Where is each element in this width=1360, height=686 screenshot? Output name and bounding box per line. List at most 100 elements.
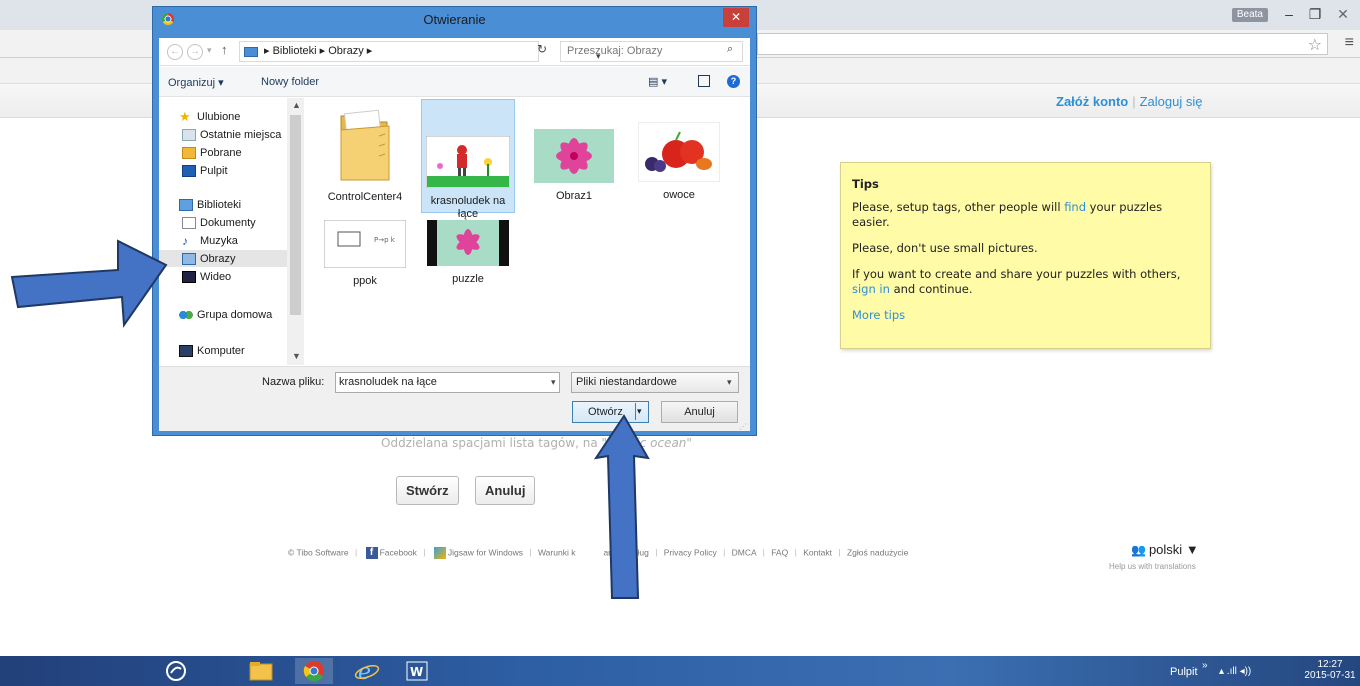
sidebar-item-recent-places[interactable]: Ostatnie miejsca — [182, 126, 281, 143]
star-icon: ★ — [179, 108, 191, 124]
filename-input[interactable]: krasnoludek na łące — [335, 372, 560, 393]
breadcrumb-address[interactable]: ▸ Biblioteki ▸ Obrazy ▸ ▾ — [239, 41, 601, 62]
dialog-cancel-button[interactable]: Anuluj — [661, 401, 738, 423]
image-thumbnail-icon: P→p k — [323, 219, 407, 269]
file-item-puzzle[interactable]: puzzle — [421, 216, 515, 288]
search-input[interactable]: Przeszukaj: Obrazy — [560, 41, 743, 62]
chevron-icon[interactable]: » — [1202, 660, 1208, 671]
downloads-icon — [182, 146, 196, 159]
scroll-up-icon[interactable]: ▲ — [292, 100, 301, 110]
sidebar-item-computer[interactable]: Komputer — [179, 342, 245, 359]
privacy-link[interactable]: Privacy Policy — [664, 547, 717, 557]
organize-button[interactable]: Organizuj ▾ — [168, 76, 224, 89]
sidebar-item-documents[interactable]: Dokumenty — [182, 214, 256, 231]
auth-links: Załóż konto | Zaloguj się — [1056, 94, 1202, 109]
search-icon[interactable]: ⌕ — [727, 43, 733, 56]
filename-label: Nazwa pliku: — [262, 376, 325, 388]
report-abuse-link[interactable]: Zgłoś nadużycie — [847, 547, 908, 557]
taskbar-chrome[interactable] — [295, 658, 333, 684]
svg-text:P→p k: P→p k — [374, 236, 396, 244]
dialog-titlebar[interactable]: Otwieranie ✕ — [153, 7, 756, 32]
scroll-down-icon[interactable]: ▼ — [292, 351, 301, 361]
file-name: ControlCenter4 — [327, 191, 403, 203]
file-name: owoce — [663, 189, 695, 201]
user-profile-badge[interactable]: Beata — [1231, 8, 1268, 22]
language-selector[interactable]: 👥 polski ▼ — [1131, 542, 1199, 557]
taskbar-word[interactable]: W — [398, 658, 436, 684]
taskbar-start-button[interactable] — [157, 658, 195, 684]
chrome-icon — [303, 661, 324, 682]
minimize-button[interactable]: – — [1276, 4, 1302, 24]
sidebar-item-libraries[interactable]: Biblioteki — [179, 196, 241, 213]
taskbar-clock[interactable]: 12:27 2015-07-31 — [1300, 659, 1360, 681]
file-item-krasnoludek[interactable]: krasnoludek na łące — [421, 99, 515, 220]
facebook-link[interactable]: Facebook — [380, 547, 417, 557]
desktop-toolbar-label[interactable]: Pulpit — [1170, 666, 1198, 678]
signup-link[interactable]: Załóż konto — [1056, 94, 1128, 109]
filetype-select[interactable]: Pliki niestandardowe — [571, 372, 739, 393]
recent-locations-dropdown[interactable]: ▾ — [207, 45, 212, 56]
music-icon: ♪ — [182, 233, 188, 248]
copyright: © Tibo Software — [288, 547, 349, 558]
internet-explorer-icon: e — [354, 660, 380, 683]
file-item-ppok[interactable]: P→p k ppok — [318, 216, 412, 290]
homegroup-icon — [179, 308, 193, 321]
create-button[interactable]: Stwórz — [396, 476, 459, 505]
taskbar-internet-explorer[interactable]: e — [348, 658, 386, 684]
nav-scroll-thumb[interactable] — [290, 115, 301, 315]
file-item-obraz1[interactable]: Obraz1 — [527, 102, 621, 205]
dialog-title: Otwieranie — [423, 12, 486, 27]
refresh-button[interactable]: ↻ — [537, 42, 547, 56]
browser-menu-icon[interactable]: ≡ — [1345, 34, 1354, 52]
translate-help-link[interactable]: Help us with translations — [1109, 562, 1196, 571]
cancel-button[interactable]: Anuluj — [475, 476, 536, 505]
help-button[interactable]: ? — [727, 75, 740, 88]
chevron-down-icon: ▼ — [1185, 542, 1199, 557]
breadcrumb[interactable]: ▸ Biblioteki ▸ Obrazy ▸ — [264, 45, 372, 57]
find-link[interactable]: find — [1064, 200, 1086, 214]
change-view-button[interactable]: ▤ ▾ — [648, 75, 667, 88]
maximize-button[interactable]: ❐ — [1302, 4, 1328, 24]
sidebar-item-pictures[interactable]: Obrazy — [159, 250, 288, 267]
clock-date: 2015-07-31 — [1304, 670, 1356, 681]
login-link[interactable]: Zaloguj się — [1140, 94, 1203, 109]
recent-places-icon — [182, 128, 196, 141]
file-item-owoce[interactable]: owoce — [632, 102, 726, 204]
forward-button[interactable]: → — [187, 44, 203, 60]
system-tray-icons[interactable]: ▴ .ıll ◂)) — [1219, 666, 1251, 677]
sidebar-item-video[interactable]: Wideo — [182, 268, 231, 285]
address-bar[interactable] — [757, 33, 1328, 55]
jigsaw-icon — [433, 547, 446, 559]
dmca-link[interactable]: DMCA — [732, 547, 757, 557]
filetype-dropdown-icon[interactable]: ▾ — [727, 377, 732, 388]
sidebar-item-homegroup[interactable]: Grupa domowa — [179, 306, 272, 323]
resize-grip-icon[interactable]: ⋰ — [739, 422, 747, 431]
dialog-close-button[interactable]: ✕ — [723, 8, 749, 27]
pictures-icon — [182, 252, 196, 265]
contact-link[interactable]: Kontakt — [803, 547, 832, 557]
file-name: puzzle — [452, 273, 484, 285]
up-folder-button[interactable]: ↑ — [221, 42, 228, 57]
sidebar-item-favorites[interactable]: ★ Ulubione — [179, 108, 240, 125]
file-item-controlcenter4[interactable]: ControlCenter4 — [318, 102, 412, 206]
taskbar-file-explorer[interactable] — [242, 658, 280, 684]
sidebar-item-music[interactable]: ♪ Muzyka — [182, 232, 238, 249]
preview-pane-button[interactable] — [698, 75, 710, 87]
filename-dropdown-icon[interactable]: ▾ — [551, 377, 556, 388]
sidebar-item-desktop[interactable]: Pulpit — [182, 162, 228, 179]
clock-time: 12:27 — [1317, 659, 1343, 670]
tip-signin: If you want to create and share your puz… — [852, 267, 1181, 296]
terms-link[interactable]: Warunki k — [538, 547, 575, 557]
library-folder-icon — [244, 47, 258, 57]
sign-in-link[interactable]: sign in — [852, 282, 890, 296]
close-button[interactable]: ✕ — [1330, 4, 1356, 24]
faq-link[interactable]: FAQ — [771, 547, 788, 557]
back-button[interactable]: ← — [167, 44, 183, 60]
new-folder-button[interactable]: Nowy folder — [261, 76, 319, 88]
annotation-arrow-right-icon — [10, 239, 168, 328]
more-tips-link[interactable]: More tips — [852, 308, 1199, 323]
separator: | — [1132, 94, 1136, 109]
jigsaw-link[interactable]: Jigsaw for Windows — [448, 547, 523, 557]
sidebar-item-downloads[interactable]: Pobrane — [182, 144, 242, 161]
bookmark-star-icon[interactable]: ☆ — [1308, 35, 1322, 55]
